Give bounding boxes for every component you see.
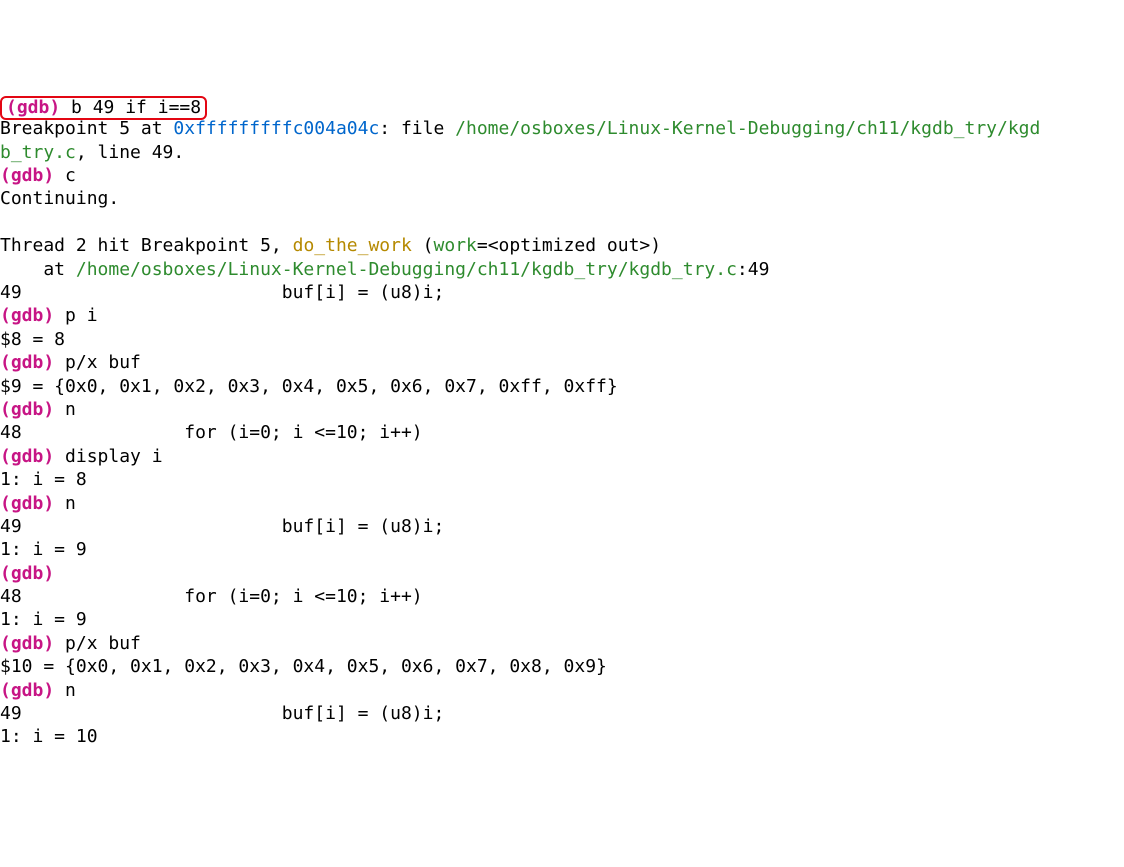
gdb-command: display i — [65, 446, 163, 467]
gdb-command-line: (gdb) n — [0, 399, 76, 420]
gdb-command: n — [65, 493, 76, 514]
breakpoint-info-line: Breakpoint 5 at 0xfffffffffc004a04c: fil… — [0, 118, 1040, 139]
breakpoint-hit-line: Thread 2 hit Breakpoint 5, do_the_work (… — [0, 235, 661, 256]
source-location-line: at /home/osboxes/Linux-Kernel-Debugging/… — [0, 259, 769, 280]
display-output: 1: i = 9 — [0, 609, 87, 630]
gdb-command: b 49 if i==8 — [71, 97, 201, 118]
display-output: 1: i = 9 — [0, 539, 87, 560]
gdb-prompt: (gdb) — [0, 446, 65, 467]
gdb-command-line: (gdb) — [0, 563, 65, 584]
print-output: $8 = 8 — [0, 329, 65, 350]
gdb-prompt: (gdb) — [0, 680, 65, 701]
highlighted-command: (gdb) b 49 if i==8 — [0, 96, 207, 121]
breakpoint-info-continuation: b_try.c, line 49. — [0, 142, 184, 163]
source-line: 48 for (i=0; i <=10; i++) — [0, 422, 423, 443]
gdb-prompt: (gdb) — [0, 399, 65, 420]
terminal-output: (gdb) b 49 if i==8 Breakpoint 5 at 0xfff… — [0, 93, 1124, 749]
gdb-command: p/x buf — [65, 352, 141, 373]
gdb-command: c — [65, 165, 76, 186]
print-output: $9 = {0x0, 0x1, 0x2, 0x3, 0x4, 0x5, 0x6,… — [0, 376, 618, 397]
gdb-prompt: (gdb) — [0, 493, 65, 514]
gdb-prompt: (gdb) — [0, 563, 65, 584]
source-line: 49 buf[i] = (u8)i; — [0, 282, 444, 303]
gdb-command-line: (gdb) n — [0, 680, 76, 701]
gdb-prompt: (gdb) — [0, 165, 65, 186]
gdb-command: p i — [65, 305, 98, 326]
argument-name: work — [434, 235, 477, 256]
gdb-command: n — [65, 680, 76, 701]
memory-address: 0xfffffffffc004a04c — [173, 118, 379, 139]
continuing-message: Continuing. — [0, 188, 119, 209]
gdb-command: p/x buf — [65, 633, 141, 654]
gdb-command-line: (gdb) c — [0, 165, 76, 186]
gdb-command: n — [65, 399, 76, 420]
gdb-prompt: (gdb) — [0, 352, 65, 373]
source-line: 49 buf[i] = (u8)i; — [0, 516, 444, 537]
gdb-prompt: (gdb) — [0, 633, 65, 654]
print-output: $10 = {0x0, 0x1, 0x2, 0x3, 0x4, 0x5, 0x6… — [0, 656, 607, 677]
display-output: 1: i = 10 — [0, 726, 98, 747]
gdb-prompt: (gdb) — [6, 97, 71, 118]
source-line: 48 for (i=0; i <=10; i++) — [0, 586, 423, 607]
gdb-command-line: (gdb) p/x buf — [0, 352, 141, 373]
file-path: /home/osboxes/Linux-Kernel-Debugging/ch1… — [76, 259, 737, 280]
gdb-command-line: (gdb) n — [0, 493, 76, 514]
source-line: 49 buf[i] = (u8)i; — [0, 703, 444, 724]
display-output: 1: i = 8 — [0, 469, 87, 490]
gdb-command-line: (gdb) p/x buf — [0, 633, 141, 654]
gdb-command-line: (gdb) p i — [0, 305, 98, 326]
file-path: /home/osboxes/Linux-Kernel-Debugging/ch1… — [455, 118, 1040, 139]
gdb-prompt: (gdb) — [0, 305, 65, 326]
file-path-cont: b_try.c — [0, 142, 76, 163]
gdb-command-line: (gdb) display i — [0, 446, 163, 467]
function-name: do_the_work — [293, 235, 412, 256]
